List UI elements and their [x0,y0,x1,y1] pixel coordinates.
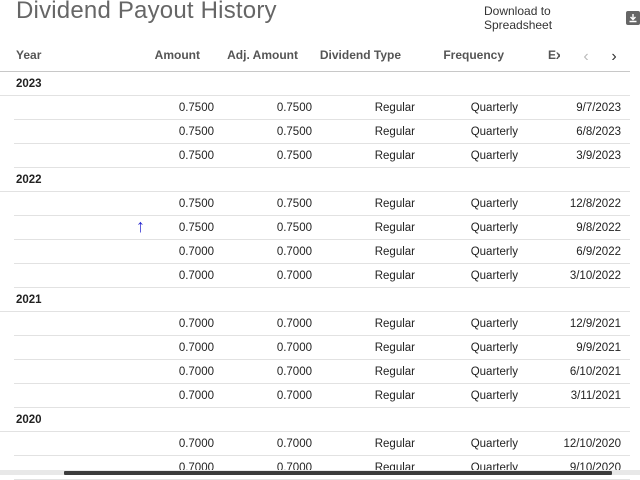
table-row: 0.7000 0.7000 Regular Quarterly 12/10/2020 [14,432,630,456]
frequency-cell: Quarterly [470,342,518,354]
table-row: 0.7500 0.7500 Regular Quarterly 6/8/2023 [14,120,630,144]
download-spreadsheet-button[interactable]: Download to Spreadsheet [484,4,640,32]
table-header: Year Amount Adj. Amount Dividend Type Fr… [0,42,630,72]
year-label: 2020 [16,414,42,426]
year-group-row: 2021 [0,288,630,312]
amount-cell: 0.7500 [178,102,214,114]
table-row: 0.7000 0.7000 Regular Quarterly 3/11/2021 [14,384,630,408]
adj-amount-cell: 0.7000 [276,318,312,330]
frequency-cell: Quarterly [470,222,518,234]
dividend-type-cell: Regular [374,318,415,330]
column-header-amount[interactable]: Amount [155,48,200,62]
frequency-cell: Quarterly [470,438,518,450]
ex-date-cell: 6/8/2023 [576,126,621,138]
adj-amount-cell: 0.7000 [276,246,312,258]
amount-cell: 0.7000 [178,270,214,282]
year-label: 2021 [16,294,42,306]
table-row: 0.7500 0.7500 Regular Quarterly 9/7/2023 [14,96,630,120]
dividend-type-cell: Regular [374,126,415,138]
adj-amount-cell: 0.7000 [276,366,312,378]
adj-amount-cell: 0.7500 [276,198,312,210]
year-label: 2022 [16,174,42,186]
table-row: 0.7500 0.7500 Regular Quarterly 12/8/2022 [14,192,630,216]
scrollbar-thumb[interactable] [64,471,612,475]
ex-date-cell: 12/10/2020 [563,438,621,450]
table-row: 0.7500 0.7500 Regular Quarterly 9/8/2022 ↑ [14,216,630,240]
adj-amount-cell: 0.7500 [276,150,312,162]
frequency-cell: Quarterly [470,366,518,378]
table-row: 0.7000 0.7000 Regular Quarterly 6/10/2021 [14,360,630,384]
page-title: Dividend Payout History [16,0,277,24]
dividend-type-cell: Regular [374,150,415,162]
amount-cell: 0.7500 [178,222,214,234]
table-row: 0.7000 0.7000 Regular Quarterly 6/9/2022 [14,240,630,264]
dividend-type-cell: Regular [374,366,415,378]
dividend-type-cell: Regular [374,390,415,402]
up-arrow-icon: ↑ [136,216,145,236]
ex-date-cell: 9/9/2021 [576,342,621,354]
download-icon [626,11,640,25]
adj-amount-cell: 0.7000 [276,438,312,450]
ex-date-cell: 3/9/2023 [576,150,621,162]
adj-amount-cell: 0.7000 [276,390,312,402]
ex-date-cell: 3/10/2022 [569,270,621,282]
download-label: Download to Spreadsheet [484,4,553,32]
column-header-ex-date[interactable]: Ex [548,48,560,62]
ex-date-cell: 9/8/2022 [576,222,621,234]
frequency-cell: Quarterly [470,102,518,114]
amount-cell: 0.7000 [178,318,214,330]
amount-cell: 0.7000 [178,390,214,402]
table-row: 0.7500 0.7500 Regular Quarterly 3/9/2023 [14,144,630,168]
frequency-cell: Quarterly [470,318,518,330]
ex-date-cell: 12/8/2022 [569,198,621,210]
column-header-year[interactable]: Year [16,48,41,62]
ex-date-cell: 3/11/2021 [570,390,621,402]
amount-cell: 0.7000 [178,246,214,258]
scroll-left-chevron-icon[interactable]: ‹ [578,48,594,66]
adj-amount-cell: 0.7500 [276,222,312,234]
ex-date-cell: 9/7/2023 [576,102,621,114]
dividend-type-cell: Regular [374,198,415,210]
dividend-type-cell: Regular [374,270,415,282]
table-row: 0.7000 0.7000 Regular Quarterly 9/9/2021 [14,336,630,360]
amount-cell: 0.7500 [178,198,214,210]
year-group-row: 2020 [0,408,630,432]
amount-cell: 0.7000 [178,438,214,450]
dividend-table-body: 2023 0.7500 0.7500 Regular Quarterly 9/7/2023… [0,72,630,480]
dividend-type-cell: Regular [374,222,415,234]
amount-cell: 0.7500 [178,126,214,138]
amount-cell: 0.7000 [178,342,214,354]
adj-amount-cell: 0.7500 [276,102,312,114]
amount-cell: 0.7000 [178,366,214,378]
dividend-type-cell: Regular [374,438,415,450]
frequency-cell: Quarterly [470,198,518,210]
dividend-type-cell: Regular [374,102,415,114]
ex-date-cell: 6/10/2021 [569,366,621,378]
adj-amount-cell: 0.7000 [276,342,312,354]
table-row: 0.7000 0.7000 Regular Quarterly 12/9/2021 [14,312,630,336]
frequency-cell: Quarterly [470,126,518,138]
table-row: 0.7000 0.7000 Regular Quarterly 9/10/2020 [14,456,630,480]
adj-amount-cell: 0.7000 [276,270,312,282]
amount-cell: 0.7500 [178,150,214,162]
column-header-frequency[interactable]: Frequency [443,48,504,62]
ex-date-cell: 12/9/2021 [569,318,621,330]
ex-date-cell: 6/9/2022 [576,246,621,258]
frequency-cell: Quarterly [470,390,518,402]
year-group-row: 2022 [0,168,630,192]
dividend-type-cell: Regular [374,246,415,258]
adj-amount-cell: 0.7500 [276,126,312,138]
column-header-dividend-type[interactable]: Dividend Type [320,48,401,62]
dividend-type-cell: Regular [374,342,415,354]
horizontal-scrollbar[interactable] [0,470,640,475]
table-row: 0.7000 0.7000 Regular Quarterly 3/10/2022 [14,264,630,288]
frequency-cell: Quarterly [470,246,518,258]
frequency-cell: Quarterly [470,150,518,162]
year-group-row: 2023 [0,72,630,96]
frequency-cell: Quarterly [470,270,518,282]
scroll-right-chevron-icon[interactable]: › [606,48,622,66]
column-header-adj-amount[interactable]: Adj. Amount [227,48,298,62]
year-label: 2023 [16,78,42,90]
